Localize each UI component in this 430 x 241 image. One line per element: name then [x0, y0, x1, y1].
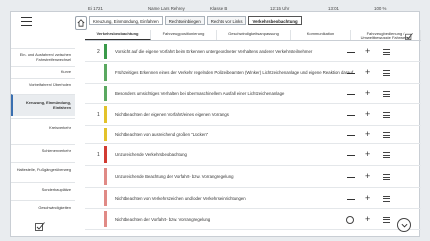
criteria-text: Nichtbeachten der eigenen Vorfahrt/eines… [115, 112, 229, 117]
checkbox-icon[interactable] [35, 222, 45, 231]
sidebar-item[interactable]: Geschwindigkeiten [11, 200, 75, 216]
criteria-text: Vorsicht auf die eigene Vorfahrt beim Er… [115, 49, 313, 54]
rating-color-bar [104, 128, 107, 141]
breadcrumb-item[interactable]: Rechtseinbiegen [164, 16, 205, 25]
error-count: 2 [97, 49, 100, 55]
details-list-icon[interactable] [383, 132, 390, 138]
rating-color-bar [104, 86, 107, 101]
criteria-row: Nichtbeachten von Verkehrszeichen und/od… [85, 188, 421, 209]
sidebar-item[interactable]: Kreisverkehr [11, 118, 75, 138]
status-item: 13:01 [328, 5, 339, 11]
neutral-circle-button[interactable] [346, 215, 354, 224]
criteria-row: 1 Nichtbeachten der eigenen Vorfahrt/eine… [85, 104, 421, 126]
breadcrumb-item-active[interactable]: Verkehrsbeobachtung [248, 16, 302, 25]
criteria-text: Besonders umsichtiges Verhalten bei über… [115, 91, 285, 96]
checkbox-icon[interactable] [405, 33, 413, 40]
criteria-text: Nichtbeachten von Verkehrszeichen und/od… [115, 195, 246, 201]
sidebar-item[interactable]: Kurve [11, 66, 75, 78]
status-item: 100 % [374, 5, 387, 11]
menu-icon[interactable] [21, 17, 32, 26]
minus-button[interactable] [347, 155, 355, 156]
plus-button[interactable]: + [365, 150, 370, 159]
details-list-icon[interactable] [383, 112, 390, 118]
tab-geschwindigkeitsanpassung[interactable]: Geschwindigkeitsanpassung [217, 30, 291, 40]
rating-color-bar [104, 168, 107, 185]
criteria-text: Nichtbeachten von ausreichend großen "Lü… [115, 132, 209, 137]
criteria-text: Unzureichende Beachtung der Vorfahrt- bz… [115, 174, 234, 179]
error-count: 1 [97, 152, 100, 158]
details-list-icon[interactable] [383, 195, 390, 202]
status-item: 12:15 Uhr [270, 5, 290, 11]
scroll-down-button[interactable] [397, 218, 411, 232]
tab-verkehrsbeobachtung[interactable]: Verkehrsbeobachtung [85, 30, 151, 40]
criteria-row: 1 Unzureichende Verkehrsbeobachtung + [85, 144, 421, 166]
criteria-text: Nichtbeachten der Vorfahrt- bzw. Vorrang… [115, 216, 211, 222]
plus-button[interactable]: + [365, 172, 370, 181]
plus-button[interactable]: + [365, 68, 370, 77]
status-item: Name Lars Rehrey [148, 5, 185, 11]
criteria-row: Besonders umsichtiges Verhalten bei über… [85, 84, 421, 104]
tab-fahrzeugpositionierung[interactable]: Fahrzeugpositionierung [151, 30, 217, 40]
details-list-icon[interactable] [383, 70, 390, 76]
breadcrumb-item[interactable]: Rechts vor Links [206, 16, 247, 25]
criteria-text: Frühzeitiges Erkennen eines der Verkehr … [115, 70, 354, 75]
details-list-icon[interactable] [383, 174, 390, 180]
chevron-down-icon [401, 223, 407, 227]
home-icon [77, 19, 85, 27]
sidebar-item-active[interactable]: Kreuzung, Einmündung, Einfahren [11, 94, 75, 116]
plus-button[interactable]: + [365, 130, 370, 139]
plus-button[interactable]: + [365, 47, 370, 56]
home-button[interactable] [75, 16, 87, 30]
plus-button[interactable]: + [365, 89, 370, 98]
minus-button[interactable] [347, 94, 355, 95]
error-count: 1 [97, 112, 100, 118]
minus-button[interactable] [347, 52, 355, 53]
app-window: Kreuzung, Einmündung, Einfahren Rechtsei… [10, 11, 421, 238]
plus-button[interactable]: + [365, 214, 370, 224]
rating-color-bar [104, 211, 107, 227]
status-item: Klasse B [210, 5, 228, 11]
rating-color-bar [104, 146, 107, 163]
sidebar-item[interactable]: Ein- und Ausfahren/ zwischen Fahrstreife… [11, 48, 75, 66]
breadcrumb-item[interactable]: Kreuzung, Einmündung, Einfahren [89, 16, 163, 25]
minus-button[interactable] [347, 198, 355, 200]
details-list-icon[interactable] [383, 91, 390, 97]
tab-bar: Verkehrsbeobachtung Fahrzeugpositionieru… [85, 30, 421, 41]
minus-button[interactable] [347, 177, 355, 178]
tab-kommunikation[interactable]: Kommunikation [291, 30, 351, 40]
details-list-icon[interactable] [383, 49, 390, 55]
plus-button[interactable]: + [365, 193, 370, 203]
criteria-text: Unzureichende Verkehrsbeobachtung [115, 152, 187, 157]
rating-color-bar [104, 64, 107, 81]
details-list-icon[interactable] [383, 152, 390, 158]
status-item: Ei 1721 [88, 5, 103, 11]
criteria-row: Frühzeitiges Erkennen eines der Verkehr … [85, 62, 421, 84]
minus-button[interactable] [347, 73, 355, 74]
plus-button[interactable]: + [365, 110, 370, 119]
rating-color-bar [104, 44, 107, 59]
details-list-icon[interactable] [383, 216, 390, 223]
minus-button[interactable] [347, 115, 355, 116]
sidebar-item[interactable]: Vorbeifahren/ Überholen [11, 78, 75, 92]
criteria-row: Unzureichende Beachtung der Vorfahrt- bz… [85, 166, 421, 188]
criteria-row: Nichtbeachten von ausreichend großen "Lü… [85, 126, 421, 144]
rating-color-bar [104, 190, 107, 206]
sidebar-item[interactable]: Schienenverkehr [11, 144, 75, 158]
criteria-row: 2 Vorsicht auf die eigene Vorfahrt beim E… [85, 42, 421, 62]
criteria-row: Nichtbeachten der Vorfahrt- bzw. Vorrang… [85, 209, 421, 230]
sidebar-item[interactable]: Haltestelle, Fußgängerüberweg [11, 162, 75, 178]
rating-color-bar [104, 106, 107, 123]
sidebar-item[interactable]: Sonderbauplätze [11, 182, 75, 198]
minus-button[interactable] [347, 135, 355, 136]
criteria-list: 2 Vorsicht auf die eigene Vorfahrt beim E… [85, 42, 421, 238]
breadcrumb: Kreuzung, Einmündung, Einfahren Rechtsei… [89, 16, 302, 25]
